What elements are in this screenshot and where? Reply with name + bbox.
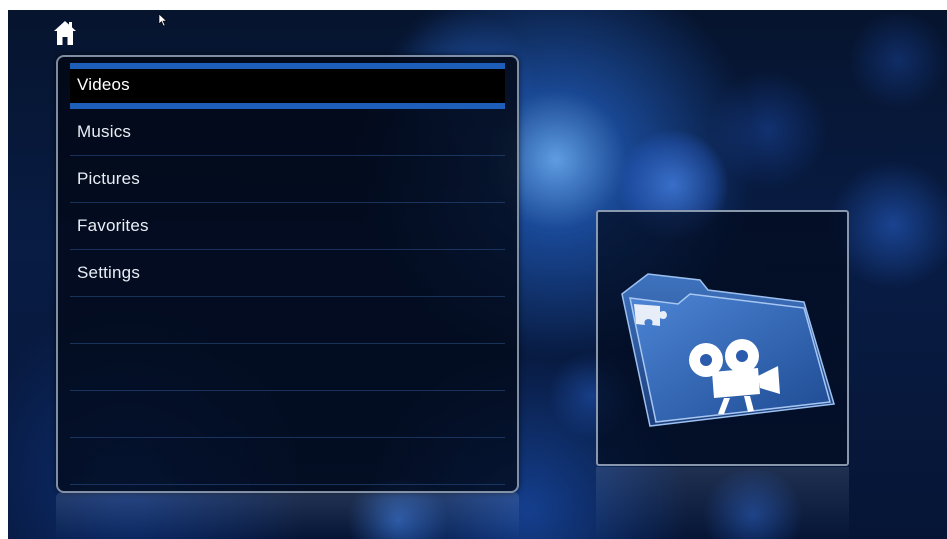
video-addon-folder-icon — [621, 273, 835, 427]
menu-item-settings[interactable]: Settings — [70, 250, 505, 297]
menu-item-musics[interactable]: Musics — [70, 109, 505, 156]
empty-menu-row — [70, 344, 505, 391]
menu-item-label: Favorites — [77, 216, 149, 235]
background-bokeh — [708, 70, 828, 190]
menu-panel-reflection — [56, 492, 519, 539]
main-menu-list: Videos Musics Pictures Favorites Setting… — [70, 63, 505, 485]
menu-item-label: Videos — [77, 75, 130, 94]
home-icon[interactable] — [53, 20, 77, 46]
preview-panel-reflection — [596, 467, 849, 539]
empty-menu-row — [70, 391, 505, 438]
mouse-pointer-icon — [158, 13, 168, 27]
menu-item-favorites[interactable]: Favorites — [70, 203, 505, 250]
empty-menu-row — [70, 297, 505, 344]
preview-panel — [596, 210, 849, 466]
menu-item-videos[interactable]: Videos — [70, 63, 505, 109]
main-menu-panel: Videos Musics Pictures Favorites Setting… — [56, 55, 519, 493]
menu-item-label: Settings — [77, 263, 141, 282]
empty-menu-row — [70, 438, 505, 485]
background-bokeh — [848, 10, 947, 110]
menu-item-pictures[interactable]: Pictures — [70, 156, 505, 203]
menu-item-label: Musics — [77, 122, 132, 141]
media-center-screen: Videos Musics Pictures Favorites Setting… — [8, 10, 947, 539]
menu-item-label: Pictures — [77, 169, 141, 188]
